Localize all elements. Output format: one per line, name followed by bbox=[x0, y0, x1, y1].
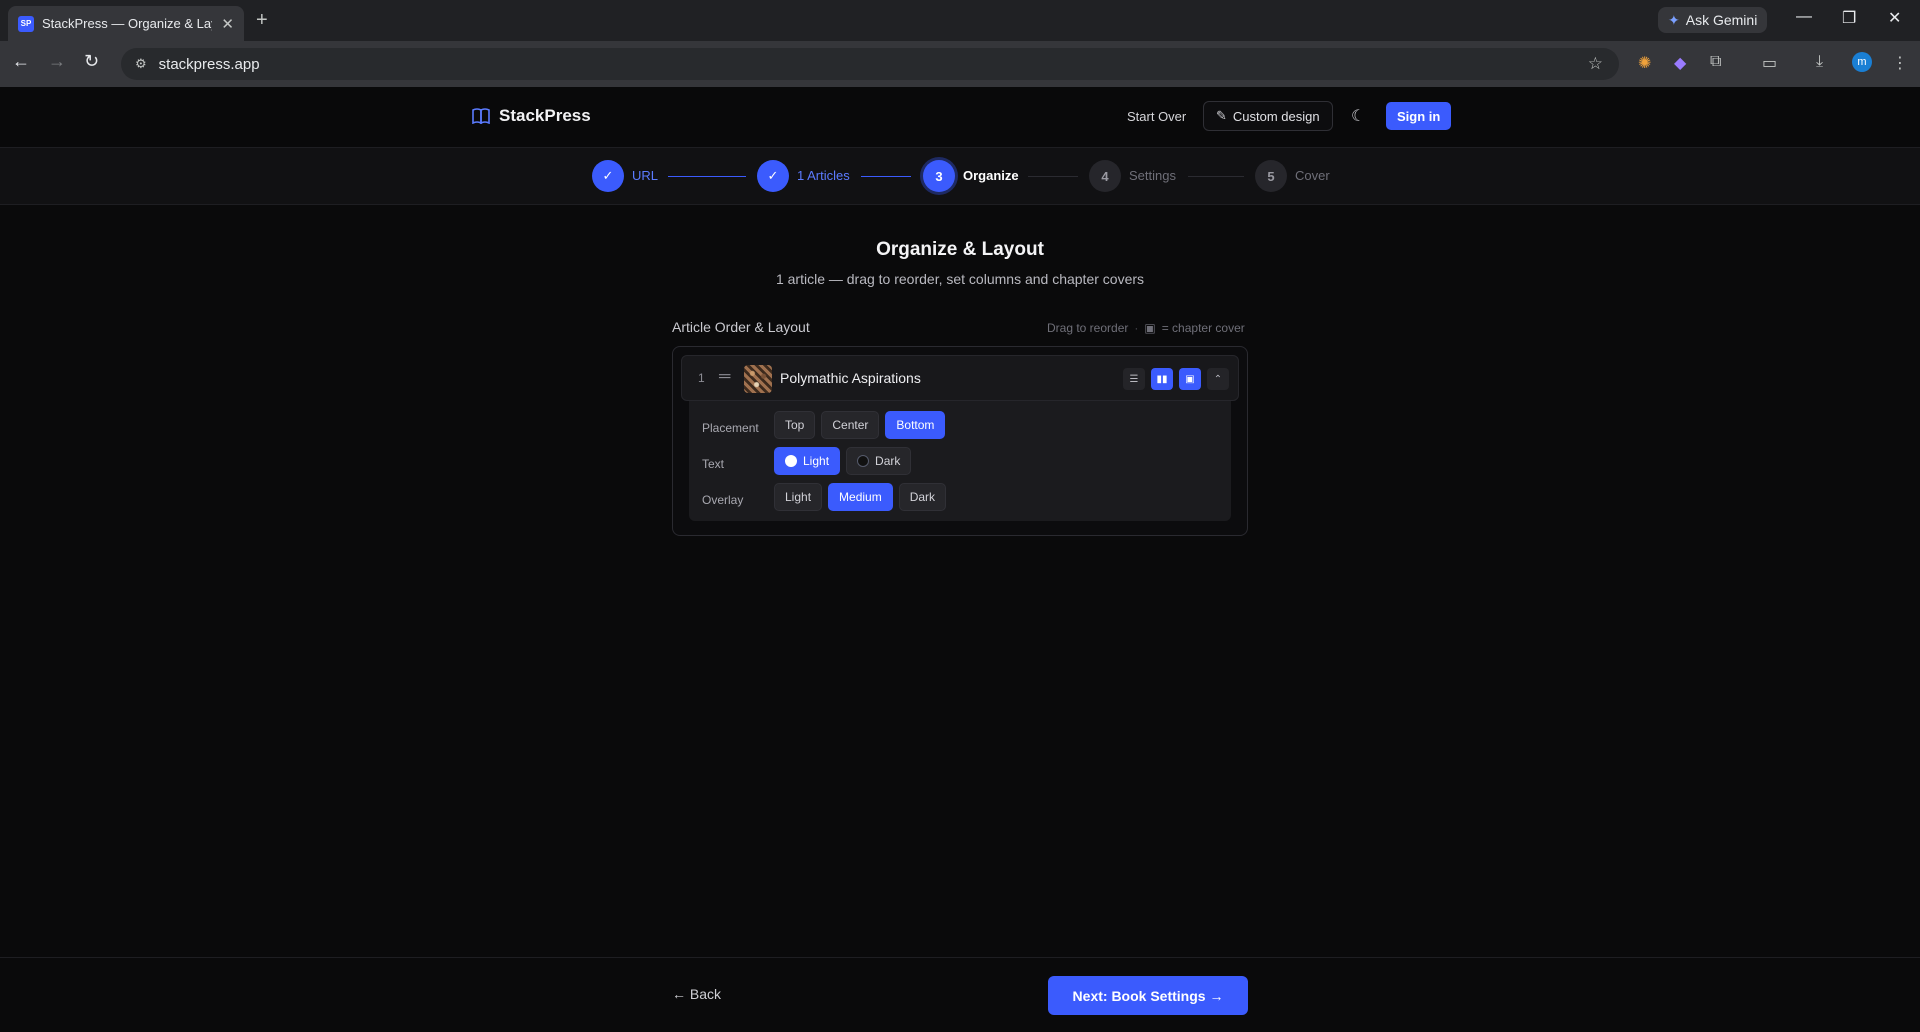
extension-drop-icon[interactable]: ◆ bbox=[1674, 53, 1686, 73]
article-title: Polymathic Aspirations bbox=[780, 370, 921, 386]
brand-logo[interactable]: StackPress bbox=[472, 106, 591, 126]
two-column-icon[interactable]: ▮▮ bbox=[1151, 368, 1173, 390]
step-3-label[interactable]: Organize bbox=[963, 168, 1019, 183]
step-2-check-icon[interactable]: ✓ bbox=[757, 160, 789, 192]
extension-sun-icon[interactable]: ✺ bbox=[1638, 53, 1651, 73]
placement-center-button[interactable]: Center bbox=[821, 411, 880, 439]
browser-menu-icon[interactable]: ⋮ bbox=[1892, 53, 1908, 73]
section-hint: Drag to reorder · ▣ = chapter cover bbox=[1047, 321, 1245, 335]
browser-tab-bar: SP StackPress — Organize & Layout ✕ + ✦ … bbox=[0, 0, 1920, 41]
dark-mode-moon-icon[interactable]: ☾ bbox=[1351, 106, 1365, 126]
step-4-label[interactable]: Settings bbox=[1129, 168, 1176, 183]
url-text: stackpress.app bbox=[158, 55, 260, 73]
close-window-icon[interactable]: ✕ bbox=[1888, 8, 1901, 28]
open-book-icon bbox=[472, 108, 490, 124]
wizard-footer: ← Back Next: Book Settings → bbox=[0, 957, 1920, 1032]
single-column-icon[interactable]: ☰ bbox=[1123, 368, 1145, 390]
step-3-number[interactable]: 3 bbox=[923, 160, 955, 192]
step-5-label[interactable]: Cover bbox=[1295, 168, 1330, 183]
step-2-label[interactable]: 1 Articles bbox=[797, 168, 850, 183]
restore-icon[interactable]: ❐ bbox=[1842, 8, 1856, 28]
step-4-number[interactable]: 4 bbox=[1089, 160, 1121, 192]
back-arrow-icon[interactable]: ← bbox=[12, 51, 30, 72]
article-row[interactable]: 1 ═ Polymathic Aspirations ☰ ▮▮ ▣ ⌃ bbox=[681, 355, 1239, 401]
reload-icon[interactable]: ↻ bbox=[84, 51, 99, 72]
close-tab-icon[interactable]: ✕ bbox=[221, 15, 234, 33]
new-tab-icon[interactable]: + bbox=[256, 9, 268, 32]
placement-options: Top Center Bottom bbox=[774, 411, 946, 439]
brand-name: StackPress bbox=[499, 106, 591, 125]
article-layout-tools: ☰ ▮▮ ▣ ⌃ bbox=[1123, 368, 1229, 390]
step-5-number[interactable]: 5 bbox=[1255, 160, 1287, 192]
address-bar[interactable]: ⚙ stackpress.app ☆ bbox=[121, 48, 1619, 80]
page-title: Organize & Layout bbox=[876, 239, 1044, 260]
text-label: Text bbox=[702, 457, 725, 471]
chevron-up-icon[interactable]: ⌃ bbox=[1207, 368, 1229, 390]
browser-tab[interactable]: SP StackPress — Organize & Layout ✕ bbox=[8, 6, 244, 41]
download-icon[interactable]: ⤓ bbox=[1816, 53, 1823, 71]
text-dark-label: Dark bbox=[875, 454, 901, 468]
custom-design-button[interactable]: ✎ Custom design bbox=[1203, 101, 1333, 131]
text-light-label: Light bbox=[803, 454, 830, 468]
browser-toolbar: ← → ↻ ⚙ stackpress.app ☆ ✺ ◆ ⧉ ▭ ⤓ m ⋮ bbox=[0, 41, 1920, 87]
start-over-button[interactable]: Start Over bbox=[1127, 109, 1186, 124]
back-button[interactable]: ← Back bbox=[672, 986, 721, 1002]
chapter-cover-icon[interactable]: ▣ bbox=[1179, 368, 1201, 390]
forward-arrow-icon[interactable]: → bbox=[48, 51, 66, 72]
text-dark-button[interactable]: Dark bbox=[846, 447, 912, 475]
overlay-label: Overlay bbox=[702, 493, 744, 507]
progress-stepper: ✓ URL ✓ 1 Articles 3 Organize 4 Settings… bbox=[0, 148, 1920, 205]
article-thumbnail bbox=[744, 365, 772, 393]
pen-icon: ✎ bbox=[1216, 108, 1227, 123]
profile-avatar[interactable]: m bbox=[1852, 52, 1872, 72]
step-connector bbox=[861, 176, 911, 177]
step-connector bbox=[1028, 176, 1078, 177]
placement-bottom-button[interactable]: Bottom bbox=[885, 411, 946, 439]
next-book-settings-button[interactable]: Next: Book Settings → bbox=[1048, 976, 1248, 1015]
overlay-dark-button[interactable]: Dark bbox=[898, 483, 947, 511]
bookmark-star-icon[interactable]: ☆ bbox=[1588, 54, 1603, 74]
article-list-panel: 1 ═ Polymathic Aspirations ☰ ▮▮ ▣ ⌃ Plac… bbox=[672, 346, 1248, 536]
app-header: StackPress Start Over ✎ Custom design ☾ … bbox=[0, 87, 1920, 148]
sparkle-icon: ✦ bbox=[1668, 11, 1680, 28]
placement-top-button[interactable]: Top bbox=[774, 411, 816, 439]
step-1-label[interactable]: URL bbox=[632, 168, 658, 183]
step-connector bbox=[668, 176, 746, 177]
ask-gemini-button[interactable]: ✦ Ask Gemini bbox=[1658, 7, 1768, 33]
chapter-cover-options: Placement Top Center Bottom Text Light D… bbox=[689, 401, 1231, 521]
section-title: Article Order & Layout bbox=[672, 319, 810, 335]
sign-in-button[interactable]: Sign in bbox=[1386, 102, 1452, 130]
minimize-icon[interactable]: — bbox=[1796, 8, 1812, 26]
text-color-options: Light Dark bbox=[774, 447, 912, 475]
page-subtitle: 1 article — drag to reorder, set columns… bbox=[775, 271, 1145, 287]
placement-label: Placement bbox=[702, 421, 759, 435]
drag-hint: Drag to reorder bbox=[1047, 321, 1129, 335]
step-connector bbox=[1188, 176, 1244, 177]
site-info-icon[interactable]: ⚙ bbox=[135, 56, 147, 72]
overlay-options: Light Medium Dark bbox=[774, 483, 947, 511]
separator-dot: · bbox=[1134, 321, 1139, 335]
favicon-icon: SP bbox=[18, 15, 34, 32]
ask-gemini-label: Ask Gemini bbox=[1685, 12, 1758, 28]
extensions-puzzle-icon[interactable]: ⧉ bbox=[1710, 53, 1721, 71]
text-light-button[interactable]: Light bbox=[774, 447, 841, 475]
article-index: 1 bbox=[698, 371, 705, 385]
chapter-cover-hint-icon: ▣ bbox=[1144, 321, 1156, 335]
light-circle-icon bbox=[785, 455, 797, 467]
overlay-medium-button[interactable]: Medium bbox=[828, 483, 893, 511]
tab-search-icon[interactable]: ▭ bbox=[1762, 53, 1777, 73]
tab-title: StackPress — Organize & Layout bbox=[42, 16, 212, 31]
step-1-check-icon[interactable]: ✓ bbox=[592, 160, 624, 192]
drag-handle-icon[interactable]: ═ bbox=[719, 368, 730, 386]
overlay-light-button[interactable]: Light bbox=[774, 483, 823, 511]
dark-circle-icon bbox=[857, 455, 870, 467]
cover-hint: = chapter cover bbox=[1161, 321, 1245, 335]
custom-design-label: Custom design bbox=[1232, 108, 1320, 124]
